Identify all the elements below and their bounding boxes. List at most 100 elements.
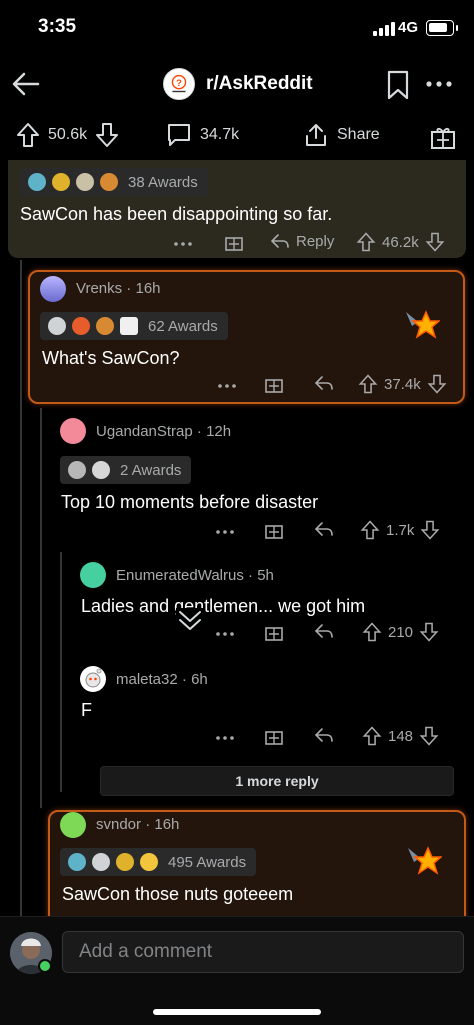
comment-age: 12h xyxy=(206,423,232,440)
reply-icon[interactable] xyxy=(314,374,334,392)
more-replies-button[interactable]: 1 more reply xyxy=(100,766,454,796)
comment-body: SawCon has been disappointing so far. xyxy=(20,204,333,224)
username[interactable]: svndor xyxy=(96,816,141,833)
awards-row[interactable]: 2 Awards xyxy=(60,456,192,484)
comment-score: 46.2k xyxy=(382,233,419,251)
online-status-dot xyxy=(38,959,52,973)
username[interactable]: EnumeratedWalrus xyxy=(116,567,244,584)
post-score: 50.6k xyxy=(48,126,88,143)
comment-body: SawCon those nuts goteeem xyxy=(62,884,294,904)
upvote-icon[interactable] xyxy=(16,122,40,148)
more-icon[interactable] xyxy=(216,736,234,740)
awards-count: 495 Awards xyxy=(168,853,247,871)
awards-row[interactable]: 38 Awards xyxy=(20,168,208,196)
share-icon xyxy=(306,124,326,146)
downvote-icon[interactable] xyxy=(427,374,447,394)
reply-icon xyxy=(270,234,289,248)
reply-label: Reply xyxy=(296,232,335,250)
awards-count: 38 Awards xyxy=(128,173,198,191)
username[interactable]: UgandanStrap xyxy=(96,423,193,440)
downvote-icon[interactable] xyxy=(95,122,119,148)
award-icon xyxy=(116,853,134,871)
award-gift-icon[interactable] xyxy=(430,124,456,150)
downvote-icon[interactable] xyxy=(419,622,439,642)
star-award-icon xyxy=(408,846,442,875)
downvote-icon[interactable] xyxy=(420,520,440,540)
vote-group: 1.7k xyxy=(360,520,440,540)
avatar[interactable] xyxy=(60,812,86,838)
signal-icon xyxy=(373,22,395,36)
comment-composer-bar: Add a comment xyxy=(0,916,474,1025)
avatar[interactable] xyxy=(60,418,86,444)
upvote-icon[interactable] xyxy=(360,520,380,540)
vote-group: 46.2k xyxy=(356,232,445,252)
award-icon xyxy=(120,317,138,335)
home-indicator[interactable] xyxy=(153,1009,321,1015)
share-button[interactable]: Share xyxy=(303,122,380,148)
vote-group: 37.4k xyxy=(358,374,447,394)
comment-body: Ladies and gentlemen... we got him xyxy=(81,596,366,616)
username[interactable]: Vrenks xyxy=(76,280,122,297)
award-gift-icon[interactable] xyxy=(264,622,284,642)
comment-score: 37.4k xyxy=(384,375,421,393)
thread-line[interactable] xyxy=(60,552,62,792)
comment-count: 34.7k xyxy=(200,126,240,143)
award-gift-icon[interactable] xyxy=(264,374,284,394)
award-icon xyxy=(68,853,86,871)
reply-button[interactable]: Reply xyxy=(270,232,334,250)
add-comment-input[interactable]: Add a comment xyxy=(62,931,464,973)
comment-actions: Reply 46.2k xyxy=(8,232,466,256)
comment-score: 210 xyxy=(388,623,414,641)
reply-icon[interactable] xyxy=(314,726,334,744)
upvote-icon[interactable] xyxy=(362,622,382,642)
more-icon[interactable] xyxy=(174,242,192,246)
comment-score: 148 xyxy=(388,727,414,745)
avatar[interactable] xyxy=(40,276,66,302)
thread-line[interactable] xyxy=(20,260,22,916)
upvote-icon[interactable] xyxy=(356,232,376,252)
awards-row[interactable]: 495 Awards xyxy=(60,848,257,876)
reply-icon[interactable] xyxy=(314,622,334,640)
comment-age: 16h xyxy=(135,280,161,297)
award-icon xyxy=(92,461,110,479)
comment-age: 5h xyxy=(257,567,274,584)
comment-meta[interactable]: svndor · 16h xyxy=(96,816,179,833)
vote-group: 210 xyxy=(362,622,439,642)
comment-meta[interactable]: EnumeratedWalrus · 5h xyxy=(116,567,274,584)
more-icon[interactable] xyxy=(216,530,234,534)
award-icon xyxy=(76,173,94,191)
award-icon xyxy=(52,173,70,191)
username[interactable]: maleta32 xyxy=(116,671,178,688)
svg-text:?: ? xyxy=(176,78,182,88)
upvote-icon[interactable] xyxy=(362,726,382,746)
downvote-icon[interactable] xyxy=(419,726,439,746)
comment-actions: 1.7k xyxy=(0,520,474,544)
award-icon xyxy=(68,461,86,479)
reply-icon[interactable] xyxy=(314,520,334,538)
subreddit-icon[interactable]: ? xyxy=(163,68,195,100)
upvote-icon[interactable] xyxy=(358,374,378,394)
more-icon[interactable] xyxy=(218,384,236,388)
comment-meta[interactable]: maleta32 · 6h xyxy=(116,671,208,688)
top-bar: ? r/AskReddit xyxy=(0,60,474,110)
award-gift-icon[interactable] xyxy=(264,726,284,746)
avatar[interactable] xyxy=(80,666,106,692)
more-icon[interactable] xyxy=(216,632,234,636)
comment-meta[interactable]: Vrenks · 16h xyxy=(76,280,161,297)
avatar[interactable] xyxy=(80,562,106,588)
award-gift-icon[interactable] xyxy=(264,520,284,540)
post-action-bar: 50.6k 34.7k Share xyxy=(0,112,474,160)
subreddit-name[interactable]: r/AskReddit xyxy=(206,73,313,95)
comments-button[interactable]: 34.7k xyxy=(166,122,239,148)
comment-meta[interactable]: UgandanStrap · 12h xyxy=(96,423,231,440)
more-options-icon[interactable] xyxy=(425,80,453,88)
back-arrow-icon[interactable] xyxy=(10,68,42,100)
bookmark-icon[interactable] xyxy=(386,70,410,100)
awards-row[interactable]: 62 Awards xyxy=(40,312,228,340)
downvote-icon[interactable] xyxy=(425,232,445,252)
double-chevron-down-icon[interactable] xyxy=(176,608,204,634)
comment-icon xyxy=(168,124,190,146)
award-gift-icon[interactable] xyxy=(224,232,244,252)
comment-card: Vrenks · 16h 62 Awards What's SawCon? 37… xyxy=(28,270,465,404)
comment-actions: 37.4k xyxy=(30,374,467,398)
